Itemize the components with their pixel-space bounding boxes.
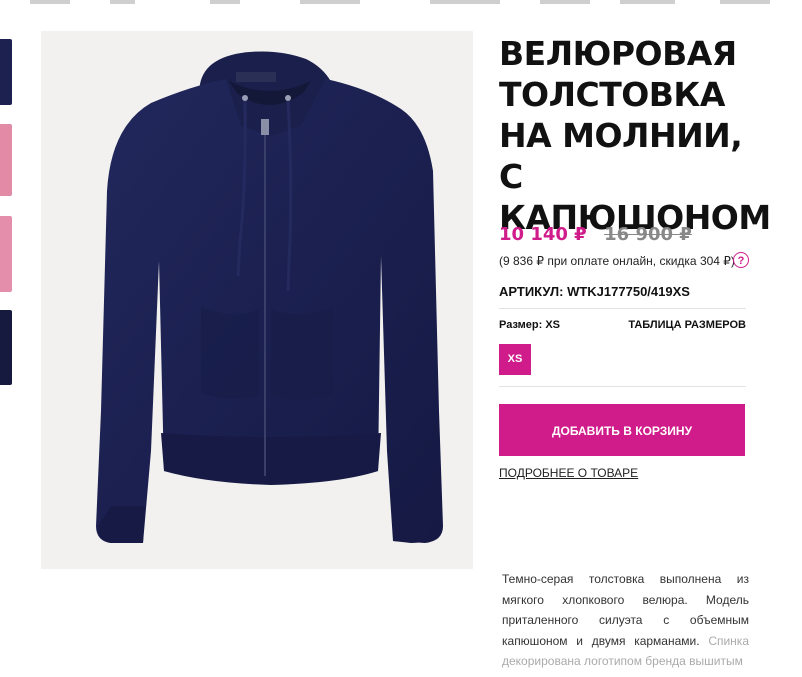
online-payment-note: (9 836 ₽ при оплате онлайн, скидка 304 ₽…: [499, 254, 735, 268]
product-title: ВЕЛЮРОВАЯ ТОЛСТОВКА НА МОЛНИИ, С КАПЮШОН…: [499, 34, 771, 237]
thumbnail-navy-1[interactable]: [0, 39, 12, 105]
thumbnail-pink-1[interactable]: [0, 124, 12, 196]
thumbnail-pink-2[interactable]: [0, 216, 12, 292]
add-to-cart-button[interactable]: ДОБАВИТЬ В КОРЗИНУ: [499, 404, 745, 456]
top-nav-strip: [0, 0, 802, 6]
size-chart-link[interactable]: ТАБЛИЦА РАЗМЕРОВ: [628, 319, 746, 331]
price-old: 16 900 ₽: [604, 224, 692, 245]
size-option-xs[interactable]: XS: [499, 344, 531, 375]
divider: [499, 308, 746, 309]
product-photo[interactable]: [41, 31, 473, 569]
price-row: 10 140 ₽ 16 900 ₽: [499, 224, 692, 245]
size-label: Размер: XS: [499, 319, 561, 331]
product-details-link[interactable]: ПОДРОБНЕЕ О ТОВАРЕ: [499, 466, 638, 480]
product-sku: АРТИКУЛ: WTKJ177750/419XS: [499, 284, 690, 299]
thumbnail-navy-2[interactable]: [0, 310, 12, 385]
divider: [499, 386, 746, 387]
hoodie-image: [96, 51, 443, 543]
price-current: 10 140 ₽: [499, 224, 587, 245]
question-icon[interactable]: ?: [733, 252, 749, 268]
product-description: Темно-серая толстовка выполнена из мягко…: [502, 569, 749, 672]
